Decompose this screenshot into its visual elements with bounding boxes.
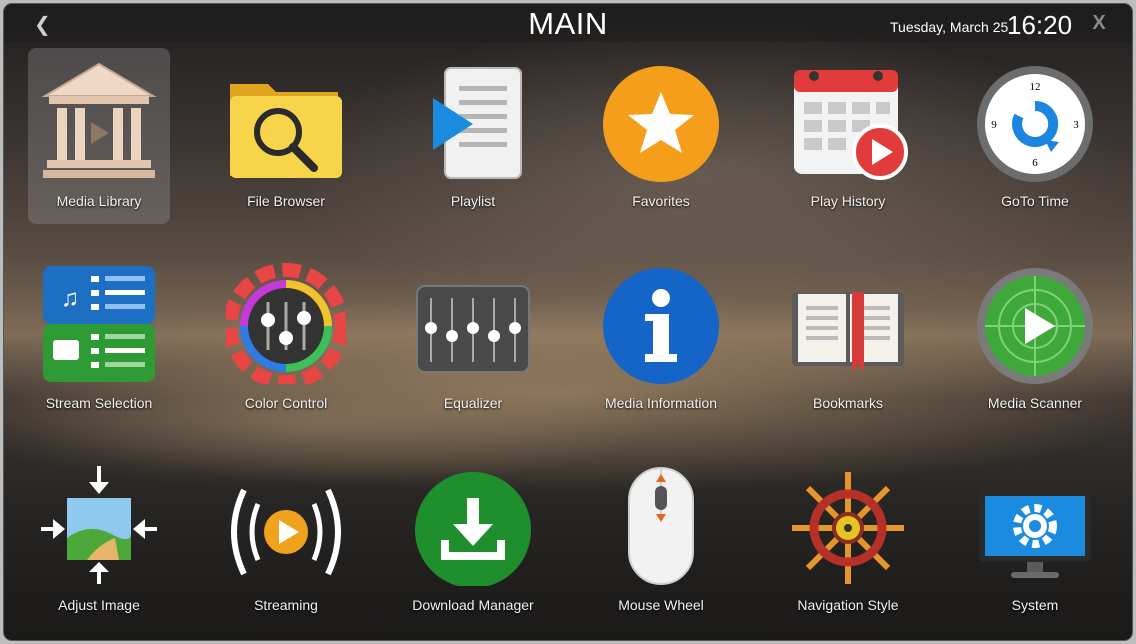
tile-stream-selection[interactable]: ♫ Stream Selection xyxy=(28,250,170,426)
tile-goto-time[interactable]: 12 3 6 9 GoTo Time xyxy=(964,48,1106,224)
stream-selection-icon: ♫ xyxy=(43,266,155,382)
book-icon xyxy=(792,292,904,372)
top-bar: ❮ MAIN Tuesday, March 25 16:20 X xyxy=(4,4,1132,42)
tile-adjust-image[interactable]: Adjust Image xyxy=(28,452,170,628)
color-gear-icon xyxy=(226,263,346,384)
info-icon xyxy=(603,268,719,384)
tile-label: File Browser xyxy=(247,193,325,209)
tile-bookmarks[interactable]: Bookmarks xyxy=(777,250,919,426)
clock-number-3: 3 xyxy=(1073,119,1079,131)
tile-playlist[interactable]: Playlist xyxy=(402,48,544,224)
date-label: Tuesday, March 25 xyxy=(890,19,1009,35)
tile-label: Media Scanner xyxy=(987,395,1083,411)
clock-number-6: 6 xyxy=(1032,157,1038,169)
tile-label: System xyxy=(1011,597,1059,613)
radar-icon xyxy=(977,268,1093,384)
tile-mouse-wheel[interactable]: Mouse Wheel xyxy=(590,452,732,628)
tile-download-manager[interactable]: Download Manager xyxy=(402,452,544,628)
tile-label: Equalizer xyxy=(443,395,503,411)
tile-label: Bookmarks xyxy=(812,395,884,411)
tile-label: Play History xyxy=(810,193,886,209)
tile-media-library[interactable]: Media Library xyxy=(28,48,170,224)
tile-streaming[interactable]: Streaming xyxy=(215,452,357,628)
star-icon xyxy=(603,66,719,182)
ship-wheel-icon xyxy=(792,472,904,584)
tile-label: Playlist xyxy=(450,193,496,209)
tile-equalizer[interactable]: Equalizer xyxy=(402,250,544,426)
mouse-icon xyxy=(628,467,694,585)
clock-number-12: 12 xyxy=(1030,81,1041,93)
tile-favorites[interactable]: Favorites xyxy=(590,48,732,224)
tile-label: Download Manager xyxy=(412,597,534,613)
clock-icon: 12 3 6 9 xyxy=(977,66,1093,182)
playlist-icon xyxy=(433,67,522,179)
tile-label: Stream Selection xyxy=(45,395,153,411)
tile-system[interactable]: System xyxy=(964,452,1106,628)
close-button[interactable]: X xyxy=(1088,12,1110,36)
streaming-icon xyxy=(231,488,341,576)
tile-label: Color Control xyxy=(244,395,328,411)
library-icon xyxy=(41,62,157,178)
tile-file-browser[interactable]: File Browser xyxy=(215,48,357,224)
tile-label: Media Library xyxy=(56,193,142,209)
calendar-play-icon xyxy=(794,70,908,180)
tile-media-information[interactable]: Media Information xyxy=(590,250,732,426)
tile-color-control[interactable]: Color Control xyxy=(215,250,357,426)
tile-label: GoTo Time xyxy=(1001,193,1069,209)
tile-label: Media Information xyxy=(604,395,718,411)
tile-label: Streaming xyxy=(254,597,318,613)
main-screen: ❮ MAIN Tuesday, March 25 16:20 X Media L… xyxy=(3,3,1133,641)
tile-label: Adjust Image xyxy=(58,597,140,613)
tile-play-history[interactable]: Play History xyxy=(777,48,919,224)
download-icon xyxy=(415,472,531,586)
adjust-image-icon xyxy=(41,466,157,584)
tile-label: Favorites xyxy=(632,193,690,209)
clock-number-9: 9 xyxy=(991,119,997,131)
time-label: 16:20 xyxy=(1007,10,1073,40)
monitor-gear-icon xyxy=(979,490,1091,578)
folder-search-icon xyxy=(230,84,342,178)
equalizer-icon xyxy=(416,285,530,373)
tile-navigation-style[interactable]: Navigation Style xyxy=(777,452,919,628)
svg-text:♫: ♫ xyxy=(61,285,79,312)
tile-media-scanner[interactable]: Media Scanner xyxy=(964,250,1106,426)
tile-label: Mouse Wheel xyxy=(618,597,704,613)
tile-label: Navigation Style xyxy=(797,597,899,613)
